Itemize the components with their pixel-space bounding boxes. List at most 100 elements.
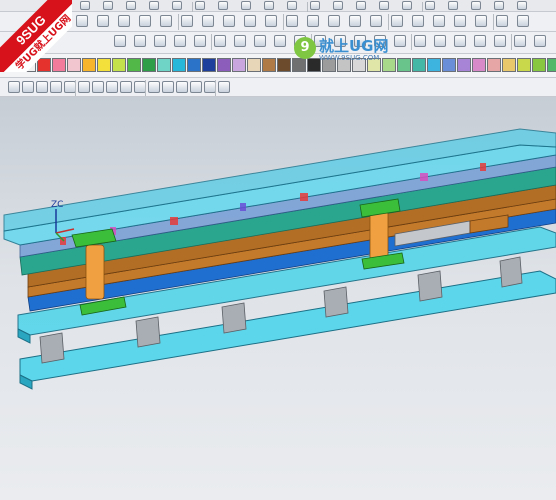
color-swatch[interactable] (532, 58, 546, 72)
color-swatch[interactable] (442, 58, 456, 72)
cut-icon[interactable] (126, 1, 136, 10)
pan-icon[interactable] (474, 35, 486, 47)
cone-icon[interactable] (154, 35, 166, 47)
show-hide-icon[interactable] (218, 1, 228, 10)
arc-icon[interactable] (118, 15, 130, 27)
sweep-icon[interactable] (286, 15, 298, 27)
color-swatch[interactable] (97, 58, 111, 72)
point-icon[interactable] (76, 15, 88, 27)
color-swatch[interactable] (262, 58, 276, 72)
control-point-icon[interactable] (50, 81, 62, 93)
body-icon[interactable] (254, 35, 266, 47)
tangent-icon[interactable] (218, 81, 230, 93)
curve-icon[interactable] (425, 1, 435, 10)
hole-icon[interactable] (370, 15, 382, 27)
color-swatch[interactable] (157, 58, 171, 72)
mold-assembly-model[interactable] (0, 97, 556, 500)
color-swatch[interactable] (277, 58, 291, 72)
color-swatch[interactable] (232, 58, 246, 72)
view-icon[interactable] (310, 1, 320, 10)
existing-point-icon[interactable] (106, 81, 118, 93)
redo-icon[interactable] (103, 1, 113, 10)
render-icon[interactable] (333, 1, 343, 10)
end-point-icon[interactable] (22, 81, 34, 93)
mid-point-icon[interactable] (36, 81, 48, 93)
draft-icon[interactable] (454, 15, 466, 27)
rectangle-icon[interactable] (160, 15, 172, 27)
zoom-icon[interactable] (454, 35, 466, 47)
color-swatch[interactable] (142, 58, 156, 72)
chamfer-icon[interactable] (223, 15, 235, 27)
blend-icon[interactable] (307, 15, 319, 27)
copy-icon[interactable] (149, 1, 159, 10)
snap-point-icon[interactable] (176, 81, 188, 93)
color-swatch[interactable] (187, 58, 201, 72)
block-icon[interactable] (194, 35, 206, 47)
extrude-icon[interactable] (244, 15, 256, 27)
point-on-curve-icon[interactable] (120, 81, 132, 93)
fit-icon[interactable] (434, 35, 446, 47)
shell-icon[interactable] (433, 15, 445, 27)
snap-icon[interactable] (356, 1, 366, 10)
boss-icon[interactable] (391, 15, 403, 27)
curve-point-icon[interactable] (190, 81, 202, 93)
select-all-icon[interactable] (8, 81, 20, 93)
hide-icon[interactable] (534, 35, 546, 47)
move-icon[interactable] (274, 35, 286, 47)
pattern-icon[interactable] (349, 15, 361, 27)
spline-icon[interactable] (448, 1, 458, 10)
intersect-icon[interactable] (517, 15, 529, 27)
circle-icon[interactable] (139, 15, 151, 27)
color-swatch[interactable] (172, 58, 186, 72)
toolbar-separator (388, 14, 389, 30)
color-swatch[interactable] (472, 58, 486, 72)
edge-icon[interactable] (234, 35, 246, 47)
layer-icon[interactable] (241, 1, 251, 10)
shade-icon[interactable] (414, 35, 426, 47)
color-swatch[interactable] (517, 58, 531, 72)
color-swatch[interactable] (202, 58, 216, 72)
delete-icon[interactable] (195, 1, 205, 10)
graphics-viewport[interactable]: ZC (0, 97, 556, 500)
cylinder-icon[interactable] (134, 35, 146, 47)
unite-icon[interactable] (475, 15, 487, 27)
offset-icon[interactable] (494, 1, 504, 10)
measure-icon[interactable] (379, 1, 389, 10)
color-swatch[interactable] (487, 58, 501, 72)
color-swatch[interactable] (427, 58, 441, 72)
color-swatch[interactable] (127, 58, 141, 72)
toolbar-row-2 (0, 12, 556, 32)
paste-icon[interactable] (172, 1, 182, 10)
color-swatch[interactable] (82, 58, 96, 72)
orbit-icon[interactable] (494, 35, 506, 47)
polygon-icon[interactable] (181, 15, 193, 27)
color-swatch[interactable] (412, 58, 426, 72)
color-swatch[interactable] (217, 58, 231, 72)
undo-icon[interactable] (80, 1, 90, 10)
toolbar-row-3 (0, 32, 556, 54)
color-swatch[interactable] (502, 58, 516, 72)
color-swatch[interactable] (547, 58, 556, 72)
sketch-icon[interactable] (264, 1, 274, 10)
arc-center-icon[interactable] (78, 81, 90, 93)
line-icon[interactable] (97, 15, 109, 27)
analysis-icon[interactable] (402, 1, 412, 10)
subtract-icon[interactable] (496, 15, 508, 27)
sphere-icon[interactable] (174, 35, 186, 47)
revolve-icon[interactable] (265, 15, 277, 27)
datum-icon[interactable] (287, 1, 297, 10)
trim-icon[interactable] (471, 1, 481, 10)
fillet-icon[interactable] (202, 15, 214, 27)
color-swatch[interactable] (457, 58, 471, 72)
bounded-grid-icon[interactable] (148, 81, 160, 93)
color-swatch[interactable] (247, 58, 261, 72)
refresh-icon[interactable] (514, 35, 526, 47)
box-icon[interactable] (114, 35, 126, 47)
filter-icon[interactable] (162, 81, 174, 93)
face-icon[interactable] (214, 35, 226, 47)
pocket-icon[interactable] (412, 15, 424, 27)
mirror-icon[interactable] (328, 15, 340, 27)
quadrant-icon[interactable] (92, 81, 104, 93)
extend-icon[interactable] (517, 1, 527, 10)
color-swatch[interactable] (112, 58, 126, 72)
